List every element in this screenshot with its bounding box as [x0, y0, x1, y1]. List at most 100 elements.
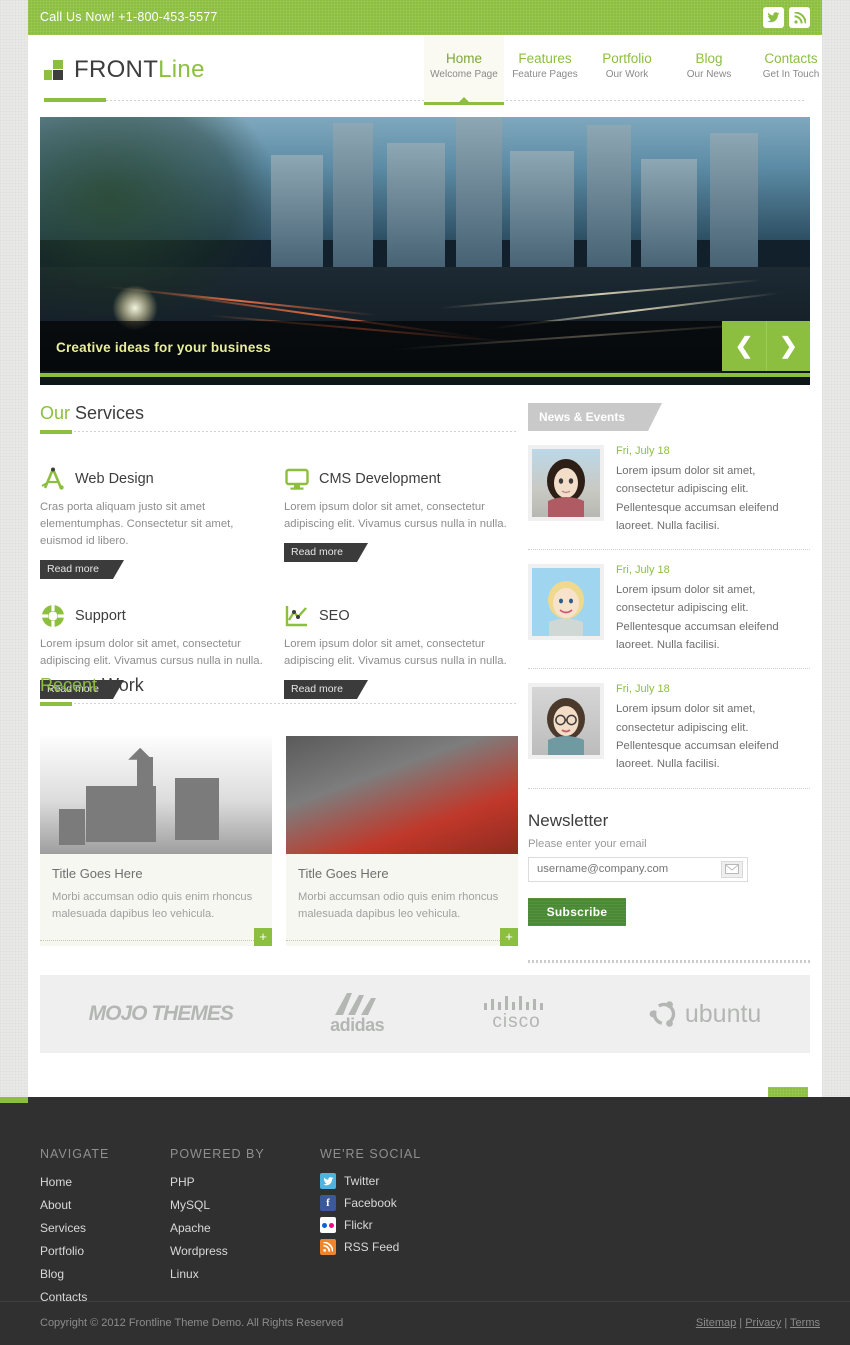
- work-expand-button[interactable]: +: [254, 927, 272, 946]
- services-grid: Web Design Cras porta aliquam justo sit …: [40, 466, 518, 699]
- hero-trees: [40, 117, 271, 318]
- nav-item-features[interactable]: Features Feature Pages: [504, 35, 586, 105]
- read-more-button[interactable]: Read more: [284, 542, 368, 562]
- service-name: Support: [75, 607, 126, 624]
- footer-nav-list: Home About Services Portfolio Blog Conta…: [40, 1173, 170, 1306]
- footer-accent: [0, 1097, 28, 1103]
- legal-link-terms[interactable]: Terms: [790, 1317, 820, 1329]
- header-accent-rule: [44, 98, 106, 102]
- newsletter-field[interactable]: [528, 856, 748, 882]
- section-dotted-rule: [74, 703, 518, 704]
- nav-title: Contacts: [764, 51, 818, 66]
- avatar: [528, 445, 604, 521]
- legal-link-privacy[interactable]: Privacy: [745, 1317, 781, 1329]
- ubuntu-logo-text: ubuntu: [684, 999, 762, 1028]
- footer-social-twitter[interactable]: Twitter: [320, 1173, 520, 1189]
- service-description: Lorem ipsum dolor sit amet, consectetur …: [40, 637, 263, 667]
- footer-columns: NAVIGATE Home About Services Portfolio B…: [40, 1147, 520, 1311]
- service-description: Lorem ipsum dolor sit amet, consectetur …: [284, 501, 507, 530]
- legal-link-sitemap[interactable]: Sitemap: [696, 1317, 736, 1329]
- news-item[interactable]: Fri, July 18 Lorem ipsum dolor sit amet,…: [528, 431, 810, 551]
- work-card[interactable]: Title Goes Here Morbi accumsan odio quis…: [286, 736, 518, 946]
- work-card[interactable]: Title Goes Here Morbi accumsan odio quis…: [40, 736, 272, 946]
- footer-link-php[interactable]: PHP: [170, 1175, 195, 1189]
- copyright-bar: Copyright © 2012 Frontline Theme Demo. A…: [0, 1301, 850, 1345]
- news-date: Fri, July 18: [616, 683, 670, 696]
- hero-slider[interactable]: Creative ideas for your business ❮ ❯: [40, 117, 810, 385]
- work-description: Morbi accumsan odio quis enim rhoncus ma…: [52, 891, 253, 921]
- hero-next-button[interactable]: ❯: [766, 321, 810, 371]
- email-input[interactable]: [529, 857, 721, 881]
- legal-links: Sitemap | Privacy | Terms: [695, 1317, 820, 1329]
- nav-subtitle: Feature Pages: [512, 69, 578, 80]
- facebook-icon: f: [320, 1195, 336, 1211]
- ubuntu-logo[interactable]: ubuntu: [649, 999, 761, 1029]
- news-text: Lorem ipsum dolor sit amet, consectetur …: [616, 703, 779, 771]
- footer-link-linux[interactable]: Linux: [170, 1267, 199, 1281]
- sidebar: News & Events Fri, July 18 Lorem ipsum d…: [528, 403, 810, 963]
- nav-item-portfolio[interactable]: Portfolio Our Work: [586, 35, 668, 105]
- work-title: Title Goes Here: [52, 866, 143, 881]
- list-item: Services: [40, 1219, 170, 1237]
- footer-link-blog[interactable]: Blog: [40, 1267, 64, 1281]
- rss-icon[interactable]: [789, 7, 810, 28]
- subscribe-button[interactable]: Subscribe: [528, 897, 626, 926]
- services-section: Our Services Web Design Cras porta aliqu…: [40, 403, 518, 699]
- footer-social-rss[interactable]: RSS Feed: [320, 1239, 520, 1255]
- section-title-highlight: Recent: [40, 675, 98, 695]
- footer-social-label[interactable]: RSS Feed: [344, 1240, 399, 1254]
- nav-item-blog[interactable]: Blog Our News: [668, 35, 750, 105]
- footer-social-flickr[interactable]: Flickr: [320, 1217, 520, 1233]
- footer-link-apache[interactable]: Apache: [170, 1221, 211, 1235]
- footer-social-facebook[interactable]: f Facebook: [320, 1195, 520, 1211]
- top-social-links: [763, 7, 810, 28]
- service-card-web-design: Web Design Cras porta aliquam justo sit …: [40, 466, 274, 579]
- footer-link-about[interactable]: About: [40, 1198, 71, 1212]
- adidas-logo[interactable]: adidas: [330, 992, 385, 1036]
- adidas-logo-text: adidas: [330, 1014, 385, 1035]
- work-expand-button[interactable]: +: [500, 927, 518, 946]
- service-description: Cras porta aliquam justo sit amet elemen…: [40, 501, 234, 547]
- logo-mark-icon: [44, 60, 66, 80]
- section-accent-rule: [40, 430, 72, 434]
- hero-prev-button[interactable]: ❮: [722, 321, 766, 371]
- recent-work-grid: Title Goes Here Morbi accumsan odio quis…: [40, 736, 518, 946]
- service-card-header: Support: [40, 603, 274, 629]
- footer-social-label[interactable]: Facebook: [344, 1196, 397, 1210]
- read-more-button[interactable]: Read more: [40, 559, 124, 579]
- newsletter-subtitle: Please enter your email: [528, 837, 647, 850]
- cisco-logo[interactable]: cisco: [482, 995, 552, 1033]
- news-item[interactable]: Fri, July 18 Lorem ipsum dolor sit amet,…: [528, 669, 810, 789]
- section-title-highlight: Our: [40, 403, 71, 423]
- section-accent-rule: [40, 702, 72, 706]
- twitter-icon[interactable]: [763, 7, 784, 28]
- nav-item-contacts[interactable]: Contacts Get In Touch: [750, 35, 832, 105]
- service-description: Lorem ipsum dolor sit amet, consectetur …: [284, 637, 507, 667]
- service-name: SEO: [319, 607, 350, 624]
- section-dotted-rule: [74, 431, 518, 432]
- news-item[interactable]: Fri, July 18 Lorem ipsum dolor sit amet,…: [528, 550, 810, 670]
- news-date: Fri, July 18: [616, 564, 670, 577]
- section-title: Recent Work: [40, 675, 518, 696]
- footer-link-wordpress[interactable]: Wordpress: [170, 1244, 228, 1258]
- footer-link-services[interactable]: Services: [40, 1221, 86, 1235]
- list-item: Portfolio: [40, 1242, 170, 1260]
- list-item: Linux: [170, 1265, 320, 1283]
- mojo-themes-logo[interactable]: MOJO THEMES: [89, 1002, 234, 1026]
- nav-subtitle: Our News: [686, 69, 732, 80]
- footer-social-label[interactable]: Flickr: [344, 1218, 373, 1232]
- work-card-body: Title Goes Here Morbi accumsan odio quis…: [286, 854, 518, 946]
- list-item: Apache: [170, 1219, 320, 1237]
- site-logo[interactable]: FRONTLine: [44, 56, 205, 84]
- footer-link-home[interactable]: Home: [40, 1175, 72, 1189]
- footer-link-portfolio[interactable]: Portfolio: [40, 1244, 84, 1258]
- news-text: Lorem ipsum dolor sit amet, consectetur …: [616, 465, 779, 532]
- footer-link-mysql[interactable]: MySQL: [170, 1198, 210, 1212]
- hero-controls: ❮ ❯: [722, 321, 810, 371]
- section-title-rest: Services: [70, 403, 145, 423]
- nav-item-home[interactable]: Home Welcome Page: [424, 35, 504, 105]
- footer-social-label[interactable]: Twitter: [344, 1174, 379, 1188]
- nav-title: Portfolio: [602, 51, 652, 66]
- monitor-icon: [284, 466, 310, 492]
- nav-title: Home: [445, 51, 482, 66]
